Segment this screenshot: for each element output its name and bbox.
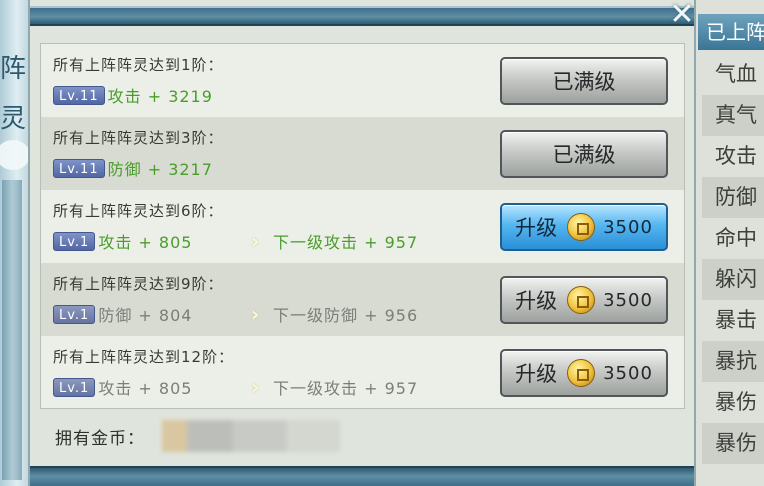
row-attr: 防御 + 804 (98, 306, 193, 325)
bonus-row: 所有上阵阵灵达到6阶： Lv.1 攻击 + 805 › 下一级攻击 + 957 … (41, 190, 684, 263)
side-item-crit-dmg[interactable]: 暴伤 (702, 382, 764, 423)
row-stat: Lv.1 防御 + 804 (53, 303, 192, 325)
level-badge: Lv.1 (53, 304, 96, 324)
coin-icon (567, 359, 596, 387)
cloud-decoration (0, 140, 30, 170)
panel-bottom-bar (30, 466, 694, 486)
coin-icon (567, 286, 596, 314)
row-attr: 攻击 + 805 (98, 233, 193, 252)
bonus-row: 所有上阵阵灵达到1阶： Lv.11 攻击 + 3219 已满级 (41, 44, 684, 117)
row-title: 所有上阵阵灵达到1阶： (53, 56, 224, 74)
side-item-hp[interactable]: 气血 (702, 54, 764, 95)
arrow-right-icon: › (251, 375, 261, 399)
row-stat: Lv.11 防御 + 3217 (53, 157, 213, 179)
row-title: 所有上阵阵灵达到3阶： (53, 129, 224, 147)
level-badge: Lv.1 (53, 377, 96, 397)
bonus-list: 所有上阵阵灵达到1阶： Lv.11 攻击 + 3219 已满级 所有上阵阵灵达到… (40, 43, 685, 409)
coin-icon (567, 213, 596, 241)
side-item-attack[interactable]: 攻击 (702, 136, 764, 177)
upgrade-cost: 3500 (603, 362, 653, 384)
tab-deployed[interactable]: 已上阵 (698, 14, 764, 50)
side-item-qi[interactable]: 真气 (702, 95, 764, 136)
row-stat: Lv.1 攻击 + 805 (53, 376, 192, 398)
max-level-button[interactable]: 已满级 (500, 57, 668, 105)
button-label: 升级 (515, 216, 558, 240)
side-item-crit-resist[interactable]: 暴抗 (702, 341, 764, 382)
level-badge: Lv.1 (53, 231, 96, 251)
banner-strip (2, 180, 22, 480)
max-level-button[interactable]: 已满级 (500, 130, 668, 178)
panel-top-bar (30, 6, 694, 26)
button-label: 已满级 (552, 70, 616, 94)
row-title: 所有上阵阵灵达到9阶： (53, 275, 224, 293)
owned-gold-value-redacted (162, 420, 340, 452)
side-item-hit[interactable]: 命中 (702, 218, 764, 259)
arrow-right-icon: › (251, 229, 261, 253)
next-level-attr: 下一级攻击 + 957 (273, 233, 419, 252)
upgrade-button[interactable]: 升级 3500 (500, 349, 668, 397)
next-level-attr: 下一级防御 + 956 (273, 306, 419, 325)
side-item-crit[interactable]: 暴击 (702, 300, 764, 341)
row-next: › 下一级防御 + 956 (251, 303, 418, 325)
side-item-defense[interactable]: 防御 (702, 177, 764, 218)
upgrade-button[interactable]: 升级 3500 (500, 276, 668, 324)
level-badge: Lv.11 (53, 85, 105, 105)
bonus-row: 所有上阵阵灵达到12阶： Lv.1 攻击 + 805 › 下一级攻击 + 957… (41, 336, 684, 409)
button-label: 升级 (515, 289, 558, 313)
row-attr: 攻击 + 805 (98, 379, 193, 398)
attribute-side-panel: 已上阵 气血 真气 攻击 防御 命中 躲闪 暴击 暴抗 暴伤 暴伤 (696, 0, 764, 486)
level-badge: Lv.11 (53, 158, 105, 178)
row-stat: Lv.11 攻击 + 3219 (53, 84, 213, 106)
left-banner: 阵 灵 (0, 0, 30, 486)
upgrade-cost: 3500 (603, 289, 653, 311)
row-next: › 下一级攻击 + 957 (251, 230, 418, 252)
side-item-crit-dmg-2[interactable]: 暴伤 (702, 423, 764, 464)
bonus-row: 所有上阵阵灵达到9阶： Lv.1 防御 + 804 › 下一级防御 + 956 … (41, 263, 684, 336)
owned-gold-label: 拥有金币： (55, 429, 145, 449)
row-attr: 防御 + 3217 (107, 160, 213, 179)
bonus-row: 所有上阵阵灵达到3阶： Lv.11 防御 + 3217 已满级 (41, 117, 684, 190)
next-level-attr: 下一级攻击 + 957 (273, 379, 419, 398)
banner-char-2: 灵 (0, 104, 27, 134)
row-title: 所有上阵阵灵达到12阶： (53, 348, 235, 366)
row-next: › 下一级攻击 + 957 (251, 376, 418, 398)
close-icon[interactable]: ✕ (666, 0, 698, 32)
row-title: 所有上阵阵灵达到6阶： (53, 202, 224, 220)
banner-char-1: 阵 (0, 54, 27, 84)
button-label: 已满级 (552, 143, 616, 167)
side-item-dodge[interactable]: 躲闪 (702, 259, 764, 300)
arrow-right-icon: › (251, 302, 261, 326)
upgrade-cost: 3500 (603, 216, 653, 238)
row-attr: 攻击 + 3219 (107, 87, 213, 106)
button-label: 升级 (515, 362, 558, 386)
upgrade-button[interactable]: 升级 3500 (500, 203, 668, 251)
row-stat: Lv.1 攻击 + 805 (53, 230, 192, 252)
